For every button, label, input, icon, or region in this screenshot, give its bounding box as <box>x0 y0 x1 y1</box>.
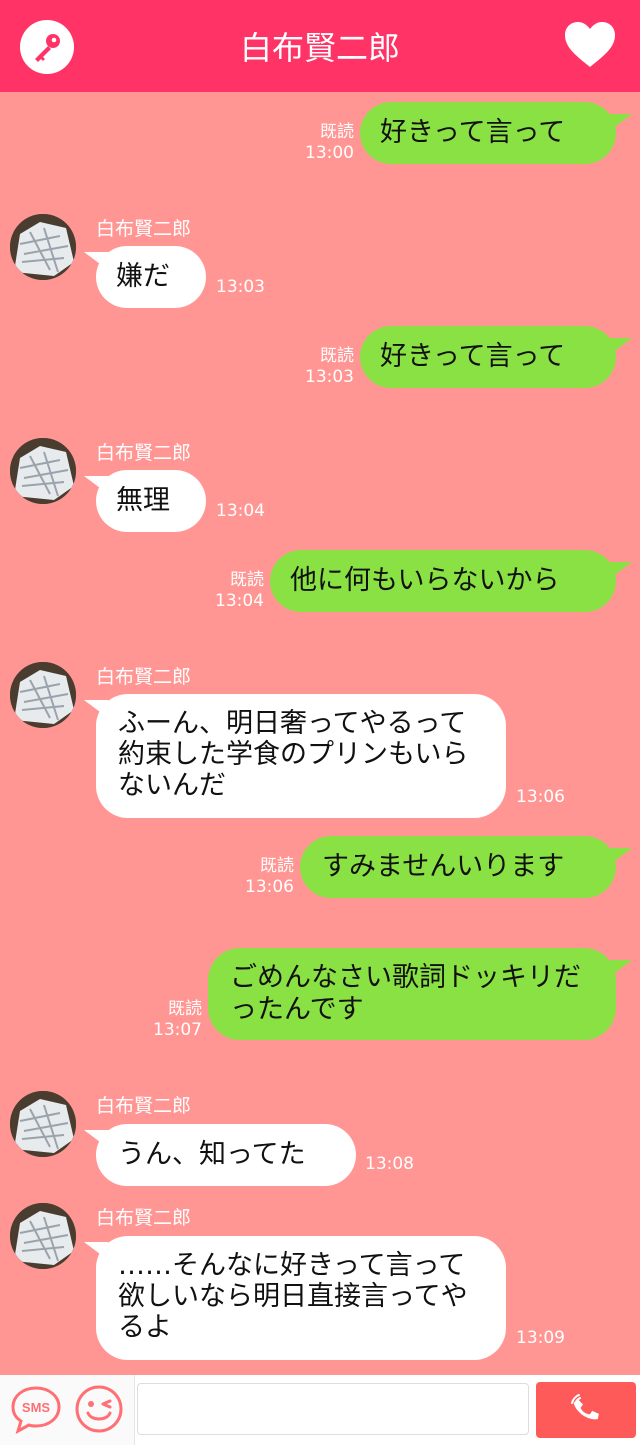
read-receipt: 既読 13:00 <box>300 122 354 164</box>
read-label: 既読 <box>230 570 264 590</box>
avatar[interactable] <box>10 438 76 504</box>
message-text: うん、知ってた <box>118 1139 306 1170</box>
avatar[interactable] <box>10 1203 76 1269</box>
message-input[interactable] <box>137 1383 529 1435</box>
heart-icon <box>565 22 615 67</box>
read-receipt: 既読 13:04 <box>210 570 264 612</box>
message-text: 好きって言って <box>380 117 566 148</box>
sms-button[interactable]: SMS <box>10 1383 62 1435</box>
message-time: 13:00 <box>305 143 354 163</box>
sender-name: 白布賢二郎 <box>96 1095 192 1117</box>
input-bar: SMS <box>0 1375 640 1445</box>
avatar-image <box>10 662 76 728</box>
header-bar: 白布賢二郎 <box>0 0 640 92</box>
input-tools: SMS <box>0 1375 135 1445</box>
read-label: 既読 <box>320 122 354 142</box>
message-time: 13:04 <box>216 501 265 521</box>
message-text: すみませんいります <box>322 851 565 882</box>
incoming-message[interactable]: 無理 <box>96 470 206 532</box>
message-text: 嫌だ <box>116 261 170 292</box>
incoming-message[interactable]: うん、知ってた <box>96 1124 356 1186</box>
incoming-message[interactable]: 嫌だ <box>96 246 206 308</box>
sender-name: 白布賢二郎 <box>96 666 192 688</box>
read-receipt: 既読 13:06 <box>240 856 294 898</box>
avatar-image <box>10 438 76 504</box>
avatar[interactable] <box>10 214 76 280</box>
read-label: 既読 <box>320 346 354 366</box>
call-button[interactable] <box>536 1382 636 1438</box>
sender-name: 白布賢二郎 <box>96 218 192 240</box>
avatar-image <box>10 1091 76 1157</box>
sender-name: 白布賢二郎 <box>96 442 192 464</box>
outgoing-message[interactable]: 他に何もいらないから <box>270 550 616 612</box>
sender-name: 白布賢二郎 <box>96 1207 192 1229</box>
avatar-image <box>10 214 76 280</box>
message-time: 13:08 <box>365 1154 414 1174</box>
outgoing-message[interactable]: ごめんなさい歌詞ドッキリだったんです <box>208 948 616 1040</box>
incoming-message[interactable]: ふーん、明日奢ってやるって約束した学食のプリンもいらないんだ <box>96 694 506 818</box>
message-time: 13:09 <box>516 1328 565 1348</box>
chat-title: 白布賢二郎 <box>239 29 400 67</box>
incoming-message[interactable]: ……そんなに好きって言って欲しいなら明日直接言ってやるよ <box>96 1236 506 1360</box>
sticker-button[interactable] <box>73 1383 125 1435</box>
bubble-tail <box>608 960 632 978</box>
message-time: 13:07 <box>153 1020 202 1040</box>
phone-icon <box>571 1394 599 1420</box>
sms-icon: SMS <box>11 1386 61 1435</box>
message-time: 13:06 <box>245 877 294 897</box>
read-receipt: 既読 13:07 <box>148 999 202 1041</box>
smile-icon <box>75 1385 123 1433</box>
message-text: 無理 <box>116 485 170 516</box>
avatar[interactable] <box>10 1091 76 1157</box>
message-text: 好きって言って <box>380 341 566 372</box>
read-label: 既読 <box>168 999 202 1019</box>
bubble-tail <box>608 338 632 356</box>
chat-area[interactable]: 既読 13:00 好きって言って 白布賢二郎 嫌だ 13:03 既読 13:03… <box>0 92 640 1375</box>
message-text: ごめんなさい歌詞ドッキリだったんです <box>230 962 581 1025</box>
bubble-tail <box>608 848 632 866</box>
bubble-tail <box>608 562 632 580</box>
avatar[interactable] <box>10 662 76 728</box>
read-label: 既読 <box>260 856 294 876</box>
message-text: ……そんなに好きって言って欲しいなら明日直接言ってやるよ <box>118 1250 468 1343</box>
message-time: 13:03 <box>305 367 354 387</box>
outgoing-message[interactable]: すみませんいります <box>300 836 616 898</box>
outgoing-message[interactable]: 好きって言って <box>360 102 616 164</box>
message-time: 13:04 <box>215 591 264 611</box>
read-receipt: 既読 13:03 <box>300 346 354 388</box>
sms-label: SMS <box>22 1400 51 1415</box>
message-time: 13:03 <box>216 277 265 297</box>
favorite-button[interactable] <box>563 20 617 70</box>
message-text: ふーん、明日奢ってやるって約束した学食のプリンもいらないんだ <box>118 708 469 801</box>
avatar-image <box>10 1203 76 1269</box>
outgoing-message[interactable]: 好きって言って <box>360 326 616 388</box>
message-text: 他に何もいらないから <box>290 565 560 596</box>
bubble-tail <box>608 114 632 132</box>
message-time: 13:06 <box>516 787 565 807</box>
